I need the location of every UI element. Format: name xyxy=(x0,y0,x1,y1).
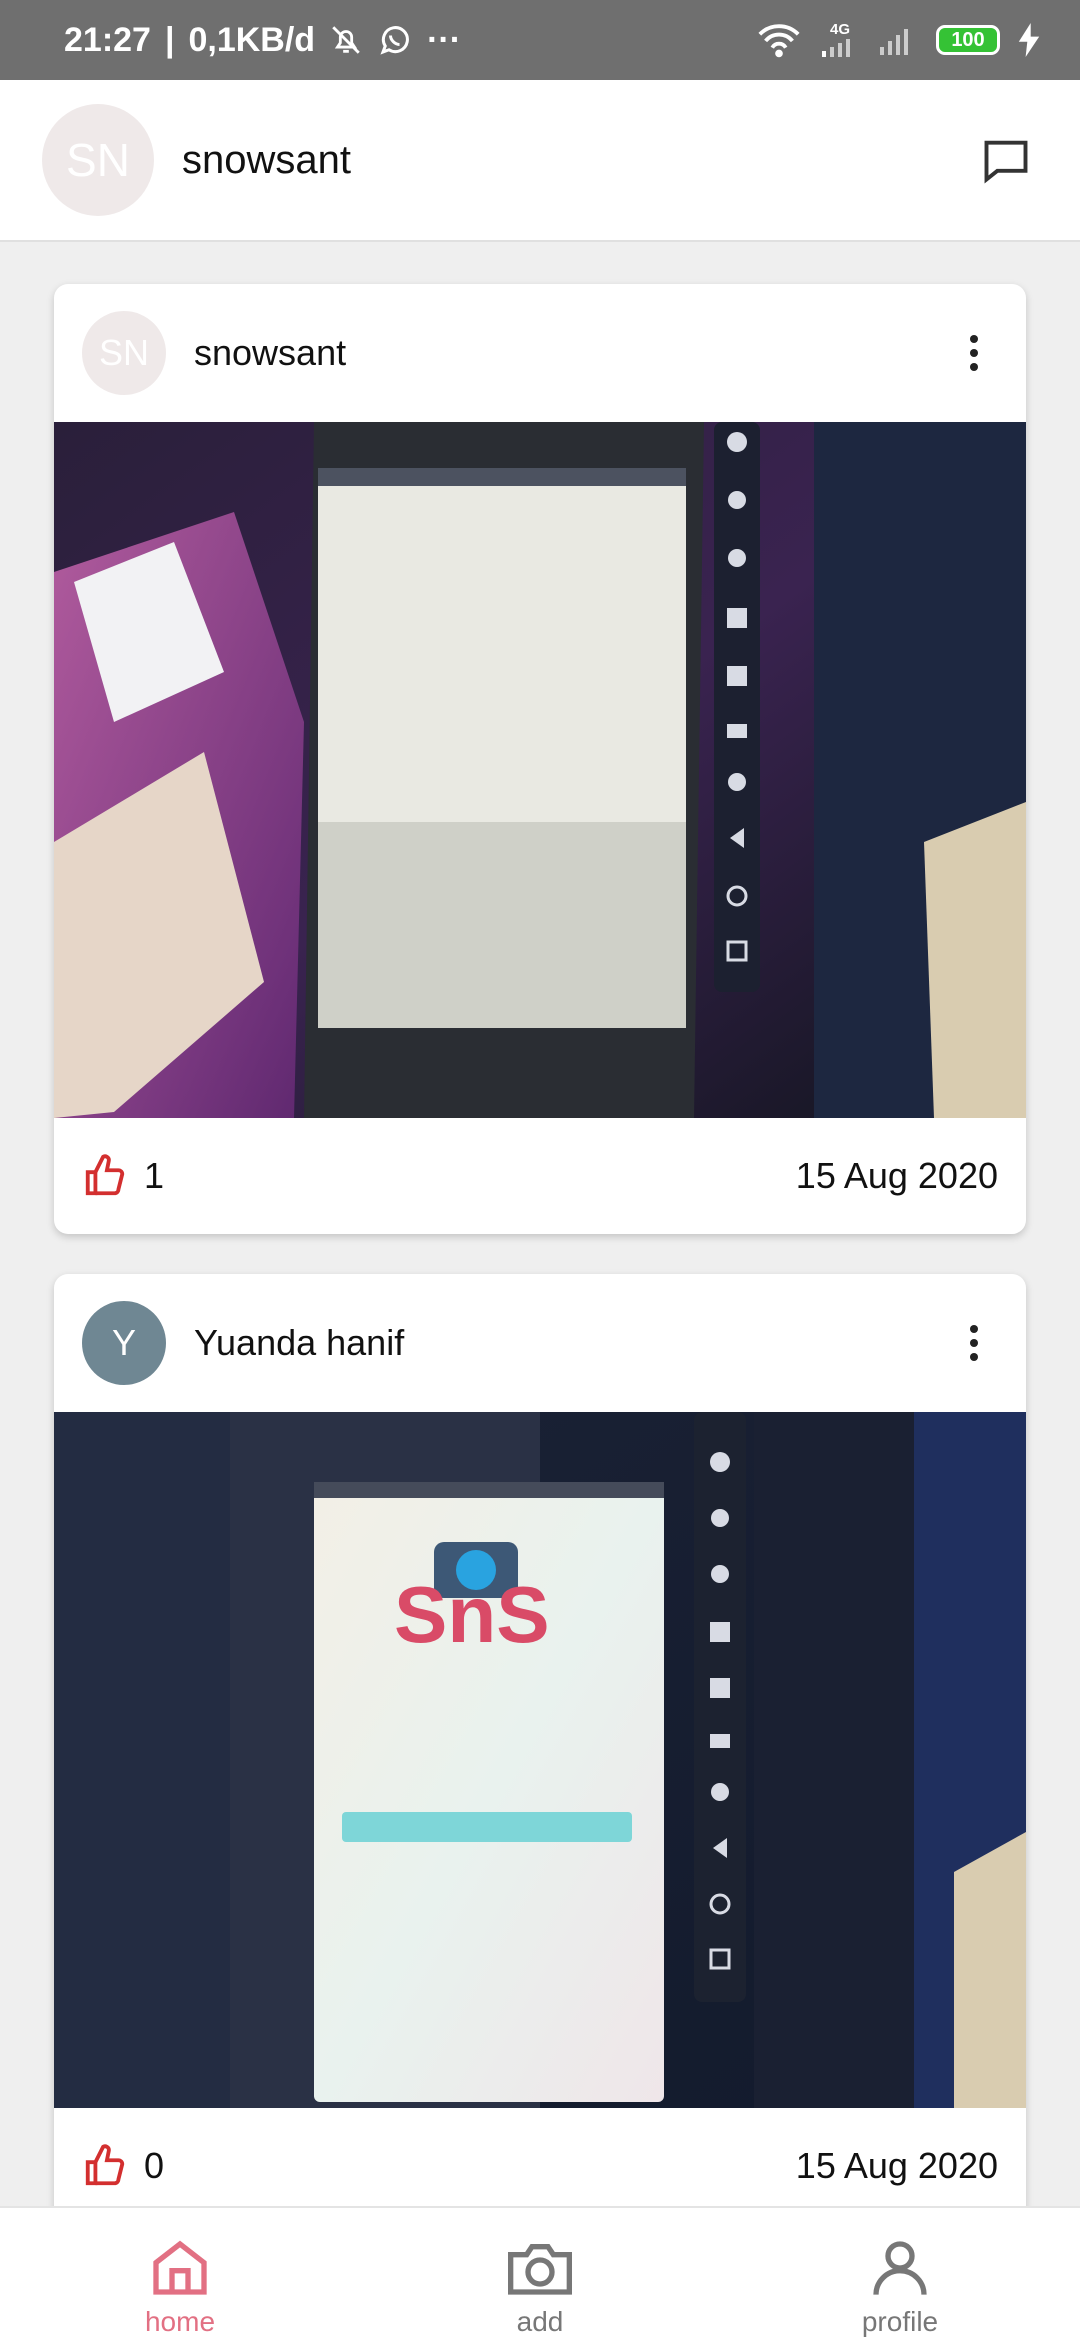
status-bar: 21:27 | 0,1KB/d ··· 4G 100 xyxy=(0,0,1080,80)
post-header: SN snowsant xyxy=(54,284,1026,422)
more-vertical-icon xyxy=(970,335,978,371)
post-avatar[interactable]: SN xyxy=(82,311,166,395)
wifi-icon xyxy=(756,22,802,58)
status-time: 21:27 xyxy=(64,20,151,59)
like-button[interactable] xyxy=(82,1153,128,1199)
like-count: 0 xyxy=(144,2145,165,2186)
post-options-button[interactable] xyxy=(950,1313,998,1373)
post-date: 15 Aug 2020 xyxy=(795,1155,998,1196)
post-username[interactable]: Yuanda hanif xyxy=(194,1322,950,1364)
home-icon xyxy=(153,2240,207,2295)
post-header: Y Yuanda hanif xyxy=(54,1274,1026,1412)
whatsapp-icon xyxy=(377,22,413,58)
more-notifications-indicator: ··· xyxy=(427,20,462,59)
header-username: snowsant xyxy=(182,137,351,182)
battery-indicator: 100 xyxy=(936,25,1000,55)
network-speed: 0,1KB/d xyxy=(188,20,316,59)
nav-add-label: add xyxy=(516,2306,564,2337)
nav-profile-label: profile xyxy=(861,2306,939,2337)
bell-off-icon xyxy=(329,23,363,57)
camera-icon xyxy=(508,2244,572,2295)
post-card: Y Yuanda hanif SnS 0 15 Aug 2020 xyxy=(54,1274,1026,2224)
post-feed[interactable]: SN snowsant 1 15 Aug 2020 Y Yuanda hanif… xyxy=(54,284,1026,2264)
thumbs-up-icon xyxy=(85,1154,125,1196)
app-header: SN snowsant xyxy=(0,80,1080,242)
post-image[interactable]: SnS xyxy=(54,1412,1026,2108)
chat-button[interactable] xyxy=(974,128,1038,192)
post-username[interactable]: snowsant xyxy=(194,332,950,374)
user-icon xyxy=(873,2241,927,2295)
more-vertical-icon xyxy=(970,1325,978,1361)
post-card: SN snowsant 1 15 Aug 2020 xyxy=(54,284,1026,1234)
nav-home-label: home xyxy=(144,2306,216,2337)
status-separator: | xyxy=(164,20,175,59)
svg-text:SnS: SnS xyxy=(394,1570,550,1659)
header-avatar[interactable]: SN xyxy=(42,104,154,216)
post-date: 15 Aug 2020 xyxy=(795,2145,998,2186)
network-type: 4G xyxy=(829,21,850,38)
post-footer: 1 15 Aug 2020 xyxy=(54,1118,1026,1234)
nav-home[interactable]: home xyxy=(0,2208,360,2340)
chat-icon xyxy=(984,140,1028,184)
like-button[interactable] xyxy=(82,2143,128,2189)
nav-profile[interactable]: profile xyxy=(720,2208,1080,2340)
like-count: 1 xyxy=(144,1155,165,1196)
post-image[interactable] xyxy=(54,422,1026,1118)
bottom-navigation: home add profile xyxy=(0,2206,1080,2340)
signal-icon xyxy=(878,25,918,55)
thumbs-up-icon xyxy=(85,2144,125,2186)
signal-4g-icon: 4G xyxy=(820,21,860,57)
charging-icon xyxy=(1018,23,1040,57)
post-avatar[interactable]: Y xyxy=(82,1301,166,1385)
nav-add[interactable]: add xyxy=(360,2208,720,2340)
post-options-button[interactable] xyxy=(950,323,998,383)
